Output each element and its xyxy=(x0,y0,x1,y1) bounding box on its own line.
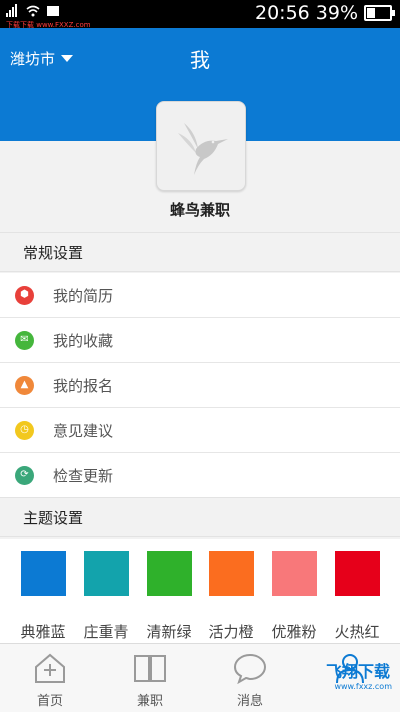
theme-label: 庄重青 xyxy=(83,623,129,641)
nav-messages[interactable]: 消息 xyxy=(200,644,300,712)
theme-label: 清新绿 xyxy=(146,623,192,641)
notification-icon xyxy=(47,6,59,16)
battery-icon xyxy=(364,5,395,21)
feedback-icon: ◷ xyxy=(15,420,34,440)
section-title-themes: 主题设置 xyxy=(0,497,400,537)
list-item-label: 意见建议 xyxy=(53,421,114,440)
signup-icon: ▲ xyxy=(15,375,34,395)
home-icon xyxy=(35,653,65,683)
resume-icon: ⬢ xyxy=(15,285,34,305)
theme-swatch[interactable] xyxy=(21,551,66,596)
theme-label: 优雅粉 xyxy=(271,623,317,641)
nav-label: 消息 xyxy=(236,694,263,709)
list-item[interactable]: ▲ 我的报名 xyxy=(0,363,400,408)
message-icon xyxy=(233,653,267,684)
theme-swatch[interactable] xyxy=(147,551,192,596)
general-settings-list: ⬢ 我的简历 ✉ 我的收藏 ▲ 我的报名 ◷ 意见建议 ⟳ 检查更新 xyxy=(0,273,400,498)
nav-home[interactable]: 首页 xyxy=(0,644,100,712)
app-name: 蜂鸟兼职 xyxy=(169,201,230,219)
theme-swatch[interactable] xyxy=(335,551,380,596)
nav-label: 首页 xyxy=(36,694,63,709)
watermark-url: www.fxxz.com xyxy=(334,682,392,691)
theme-swatch[interactable] xyxy=(84,551,129,596)
clock: 20:56 xyxy=(255,2,310,24)
update-icon: ⟳ xyxy=(15,465,34,485)
status-bar: 下载下载 www.FXXZ.com 20:56 39% xyxy=(0,0,400,29)
theme-label: 活力橙 xyxy=(208,623,254,641)
list-item[interactable]: ⟳ 检查更新 xyxy=(0,453,400,498)
hummingbird-logo xyxy=(178,123,228,175)
avatar[interactable] xyxy=(156,101,246,191)
list-item-label: 我的简历 xyxy=(53,286,114,305)
wifi-icon xyxy=(26,5,40,17)
theme-swatch[interactable] xyxy=(209,551,254,596)
favorites-icon: ✉ xyxy=(15,330,34,350)
book-icon xyxy=(134,655,166,682)
list-item-label: 检查更新 xyxy=(53,466,114,485)
list-item[interactable]: ◷ 意见建议 xyxy=(0,408,400,453)
list-item[interactable]: ⬢ 我的简历 xyxy=(0,273,400,318)
battery-percent: 39% xyxy=(315,2,358,24)
nav-label: 兼职 xyxy=(136,694,163,709)
page-title: 我 xyxy=(190,48,210,72)
list-item-label: 我的报名 xyxy=(53,376,114,395)
section-title-general: 常规设置 xyxy=(0,232,400,272)
nav-jobs[interactable]: 兼职 xyxy=(100,644,200,712)
watermark-logo: 飞翔下载 xyxy=(325,662,390,681)
theme-swatch[interactable] xyxy=(272,551,317,596)
theme-label: 火热红 xyxy=(334,623,380,641)
theme-picker: 典雅蓝 庄重青 清新绿 活力橙 优雅粉 火热红 xyxy=(0,539,400,643)
signal-icon xyxy=(6,4,17,17)
list-item-label: 我的收藏 xyxy=(53,331,114,350)
list-item[interactable]: ✉ 我的收藏 xyxy=(0,318,400,363)
theme-label: 典雅蓝 xyxy=(20,623,66,641)
